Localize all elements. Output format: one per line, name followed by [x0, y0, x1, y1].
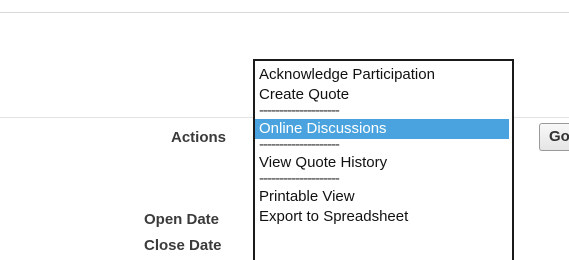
option-separator[interactable]: --------------------	[255, 139, 509, 153]
actions-label: Actions	[171, 129, 227, 146]
go-button[interactable]: Go	[539, 123, 569, 151]
option-printable-view[interactable]: Printable View	[255, 187, 509, 207]
close-date-label: Close Date	[144, 237, 222, 254]
option-online-discussions[interactable]: Online Discussions	[255, 119, 509, 139]
option-export-to-spreadsheet[interactable]: Export to Spreadsheet	[255, 207, 509, 227]
option-acknowledge-participation[interactable]: Acknowledge Participation	[255, 65, 509, 85]
top-divider	[0, 12, 569, 13]
option-view-quote-history[interactable]: View Quote History	[255, 153, 509, 173]
option-separator[interactable]: --------------------	[255, 105, 509, 119]
option-separator[interactable]: --------------------	[255, 173, 509, 187]
open-date-label: Open Date	[144, 211, 220, 228]
actions-dropdown-list[interactable]: Acknowledge Participation Create Quote -…	[253, 59, 514, 260]
option-create-quote[interactable]: Create Quote	[255, 85, 509, 105]
